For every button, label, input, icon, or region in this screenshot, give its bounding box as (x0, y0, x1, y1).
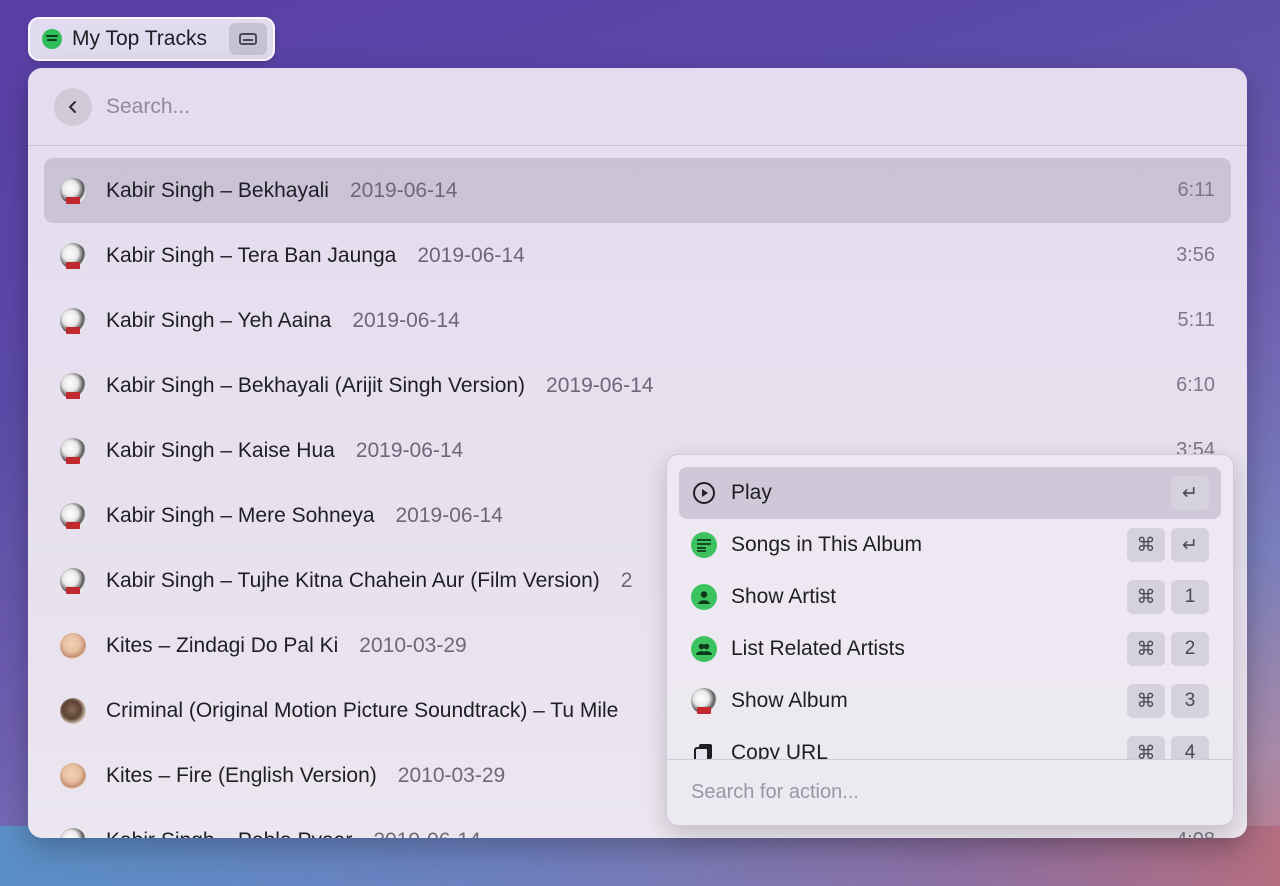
action-search-input[interactable] (691, 781, 1191, 804)
shortcut-key: ⌘ (1127, 736, 1165, 760)
track-date: 2 (620, 568, 633, 592)
shortcut-key: ⌘ (1127, 632, 1165, 666)
track-title: Kabir Singh – Pehla Pyaar (106, 829, 352, 839)
track-title: Kites – Fire (English Version) (106, 763, 377, 787)
command-title-pill: My Top Tracks (28, 17, 275, 61)
chevron-left-icon (69, 100, 76, 113)
shortcut-key: 2 (1171, 632, 1209, 666)
track-date: 2010-03-29 (359, 633, 467, 657)
album-cover-icon (60, 567, 86, 594)
track-duration: 3:56 (1176, 244, 1215, 266)
track-title: Kabir Singh – Bekhayali (106, 178, 329, 202)
track-title: Kites – Zindagi Do Pal Ki (106, 633, 339, 657)
search-bar (28, 68, 1247, 146)
shortcut-key: ⌘ (1127, 580, 1165, 614)
album-cover-icon (60, 307, 86, 334)
track-date: 2019-06-14 (355, 438, 464, 462)
track-row[interactable]: Kabir Singh – Tera Ban Jaunga 2019-06-14… (44, 223, 1231, 288)
action-songs-in-album[interactable]: Songs in This Album ⌘ ↵ (679, 519, 1221, 571)
action-label: Copy URL (731, 741, 828, 760)
track-date: 2019-06-14 (373, 829, 480, 839)
related-artists-icon (691, 636, 717, 662)
shortcut-key: ↵ (1171, 476, 1209, 510)
action-play[interactable]: Play ↵ (679, 467, 1221, 519)
shortcut-key: ⌘ (1127, 684, 1165, 718)
shortcut-key: ↵ (1171, 528, 1209, 562)
track-title: Kabir Singh – Tujhe Kitna Chahein Aur (F… (106, 568, 600, 592)
action-panel: Play ↵ Songs in This Album ⌘ ↵ Show Arti… (666, 454, 1234, 826)
shortcut-key: 4 (1171, 736, 1209, 760)
action-label: Show Artist (731, 585, 837, 608)
drive-icon[interactable] (229, 23, 267, 55)
album-cover-icon (60, 697, 86, 724)
track-title: Criminal (Original Motion Picture Soundt… (106, 698, 619, 722)
album-cover-icon (60, 177, 86, 204)
album-cover-icon (60, 242, 86, 269)
track-row[interactable]: Kabir Singh – Bekhayali (Arijit Singh Ve… (44, 353, 1231, 418)
shortcut-key: 3 (1171, 684, 1209, 718)
track-date: 2010-03-29 (397, 763, 506, 787)
track-title: Kabir Singh – Bekhayali (Arijit Singh Ve… (106, 373, 526, 397)
album-cover-icon (60, 437, 86, 464)
back-button[interactable] (54, 87, 92, 126)
track-title: Kabir Singh – Tera Ban Jaunga (106, 243, 397, 267)
track-date: 2019-06-14 (395, 503, 503, 527)
action-label: List Related Artists (731, 637, 905, 660)
album-cover-icon (691, 688, 717, 714)
album-cover-icon (60, 827, 86, 838)
track-duration: 5:11 (1177, 309, 1215, 331)
track-duration: 6:11 (1177, 179, 1215, 201)
album-cover-icon (60, 632, 86, 659)
track-date: 2019-06-14 (417, 243, 525, 267)
track-title: Kabir Singh – Kaise Hua (106, 438, 335, 462)
track-duration: 6:10 (1176, 374, 1215, 396)
action-list: Play ↵ Songs in This Album ⌘ ↵ Show Arti… (667, 455, 1233, 760)
action-search-bar (667, 759, 1233, 825)
action-label: Show Album (731, 689, 848, 712)
action-label: Play (731, 481, 772, 504)
copy-icon (691, 740, 717, 760)
album-cover-icon (60, 372, 86, 399)
track-row[interactable]: Kabir Singh – Yeh Aaina 2019-06-14 5:11 (44, 288, 1231, 353)
action-show-album[interactable]: Show Album ⌘ 3 (679, 675, 1221, 727)
play-icon (691, 480, 717, 506)
action-show-artist[interactable]: Show Artist ⌘ 1 (679, 571, 1221, 623)
action-label: Songs in This Album (731, 533, 923, 556)
search-input[interactable] (106, 94, 1006, 119)
artist-icon (691, 584, 717, 610)
action-list-related-artists[interactable]: List Related Artists ⌘ 2 (679, 623, 1221, 675)
album-cover-icon (60, 502, 86, 529)
spotify-icon (42, 29, 62, 49)
album-list-icon (691, 532, 717, 558)
shortcut-key: 1 (1171, 580, 1209, 614)
shortcut-key: ⌘ (1127, 528, 1165, 562)
track-date: 2019-06-14 (546, 373, 654, 397)
track-title: Kabir Singh – Yeh Aaina (106, 308, 332, 332)
command-title: My Top Tracks (72, 27, 207, 50)
track-duration: 4:08 (1176, 829, 1215, 838)
album-cover-icon (60, 762, 86, 789)
track-row[interactable]: Kabir Singh – Bekhayali 2019-06-14 6:11 (44, 158, 1231, 223)
action-copy-url[interactable]: Copy URL ⌘ 4 (679, 727, 1221, 760)
track-title: Kabir Singh – Mere Sohneya (106, 503, 375, 527)
track-date: 2019-06-14 (349, 178, 458, 202)
track-date: 2019-06-14 (352, 308, 460, 332)
